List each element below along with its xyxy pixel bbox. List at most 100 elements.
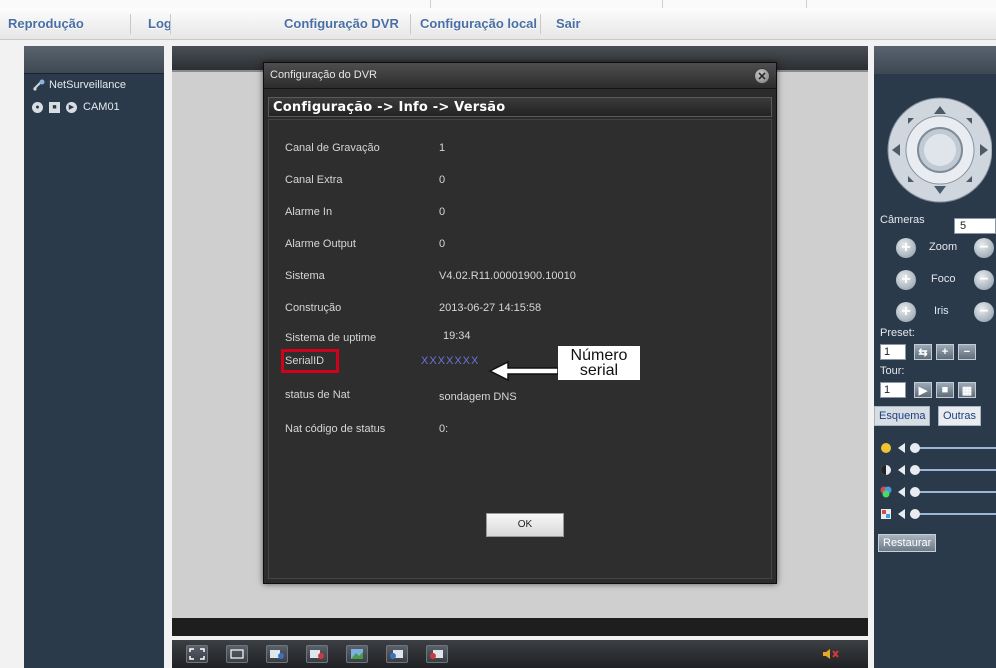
single-view-button[interactable] <box>226 645 248 663</box>
zoom-row: + Zoom − <box>874 238 996 260</box>
slider-track[interactable] <box>910 447 996 449</box>
device-panel-header <box>24 46 164 74</box>
menu-separator <box>170 14 171 34</box>
menu-separator <box>410 14 411 34</box>
restore-button[interactable]: Restaurar <box>878 534 937 552</box>
tour-grid-button[interactable]: ▦ <box>958 382 976 398</box>
preset-remove-button[interactable]: − <box>958 344 976 360</box>
camera-label: CAM01 <box>83 101 120 113</box>
device-tree-root[interactable]: NetSurveillance <box>32 79 126 91</box>
saturation-decrease-icon[interactable] <box>898 487 905 497</box>
slider-track[interactable] <box>910 469 996 471</box>
menu-local-config[interactable]: Configuração local <box>420 8 537 40</box>
tour-stop-button[interactable]: ■ <box>936 382 954 398</box>
contrast-icon <box>881 465 891 475</box>
info-row-label: Construção <box>285 302 342 314</box>
annotation-arrow-icon <box>488 360 558 382</box>
slider-knob[interactable] <box>910 487 920 497</box>
menu-separator <box>130 14 131 34</box>
tour-play-button[interactable]: ▶ <box>914 382 932 398</box>
play-icon[interactable]: ▶ <box>66 101 77 113</box>
slider-knob[interactable] <box>910 465 920 475</box>
serial-id-value: XXXXXXX <box>421 355 480 367</box>
record-stop-button[interactable] <box>426 645 448 663</box>
slider-knob[interactable] <box>910 509 920 519</box>
info-row-value: 0: <box>439 423 449 435</box>
info-row-label: Alarme In <box>285 206 333 218</box>
device-tree-root-label: NetSurveillance <box>49 79 127 91</box>
tab-others[interactable]: Outras <box>938 406 982 426</box>
iris-out-button[interactable]: − <box>974 302 994 322</box>
preset-add-button[interactable]: + <box>936 344 954 360</box>
stop-icon[interactable]: ■ <box>49 101 60 113</box>
brightness-slider[interactable] <box>880 440 996 456</box>
info-row-value: 1 <box>439 142 446 154</box>
focus-out-button[interactable]: − <box>974 270 994 290</box>
ptz-direction-pad[interactable] <box>880 94 992 206</box>
slider-track[interactable] <box>910 491 996 493</box>
focus-row: + Foco − <box>874 270 996 292</box>
volume-mute-icon[interactable] <box>822 647 840 661</box>
camera-talk-icon <box>390 650 403 659</box>
strip-divider <box>662 0 663 8</box>
contrast-decrease-icon[interactable] <box>898 465 905 475</box>
close-x-glyph <box>758 72 766 80</box>
top-strip <box>0 0 996 8</box>
camera-blue-icon <box>270 650 284 659</box>
focus-in-button[interactable]: + <box>896 270 916 290</box>
info-row-value: 2013-06-27 14:15:58 <box>439 302 542 314</box>
preset-input[interactable]: 1 <box>880 344 906 360</box>
cameras-input[interactable]: 5 <box>954 218 996 234</box>
zoom-out-button[interactable]: − <box>974 238 994 258</box>
record-all-button[interactable] <box>306 645 328 663</box>
single-view-icon <box>230 649 244 659</box>
fullscreen-icon <box>189 648 205 660</box>
info-row-value: 0 <box>439 206 446 218</box>
record-icon[interactable]: ● <box>32 101 43 113</box>
slider-track[interactable] <box>910 513 996 515</box>
info-row-value: 0 <box>439 174 446 186</box>
dialog-titlebar[interactable]: Configuração do DVR <box>264 63 776 89</box>
snapshot-button[interactable] <box>266 645 288 663</box>
zoom-in-button[interactable]: + <box>896 238 916 258</box>
cameras-label: Câmeras <box>880 214 925 226</box>
info-row-label: status de Nat <box>285 389 350 401</box>
ptz-panel-header <box>874 46 996 74</box>
info-row-label: Sistema de uptime <box>285 332 377 344</box>
menu-dvr-config[interactable]: Configuração DVR <box>284 8 399 40</box>
color-settings-button[interactable] <box>346 645 368 663</box>
dialog-title: Configuração do DVR <box>270 69 378 81</box>
camera-stop-icon <box>430 650 443 659</box>
saturation-slider[interactable] <box>880 484 996 500</box>
info-row-label: Nat código de status <box>285 423 386 435</box>
menu-log[interactable]: Log <box>148 8 172 40</box>
close-icon[interactable] <box>754 68 770 84</box>
app-window: Reprodução Log Configuração DVR Configur… <box>0 0 996 668</box>
info-row-label: Alarme Output <box>285 238 356 250</box>
iris-in-button[interactable]: + <box>896 302 916 322</box>
brightness-decrease-icon[interactable] <box>898 443 905 453</box>
slider-knob[interactable] <box>910 443 920 453</box>
preset-goto-button[interactable]: ⇆ <box>914 344 932 360</box>
menu-playback[interactable]: Reprodução <box>8 8 84 40</box>
hue-slider[interactable] <box>880 506 996 522</box>
hue-decrease-icon[interactable] <box>898 509 905 519</box>
hue-icon <box>881 509 891 519</box>
image-icon <box>351 649 363 659</box>
talk-button[interactable] <box>386 645 408 663</box>
menu-exit[interactable]: Sair <box>556 8 581 40</box>
breadcrumb: Configuração -> Info -> Versão <box>268 97 772 117</box>
contrast-slider[interactable] <box>880 462 996 478</box>
brightness-icon <box>881 443 891 453</box>
strip-divider <box>430 0 431 8</box>
camera-tree-item[interactable]: ● ■ ▶ CAM01 <box>32 101 120 113</box>
menu-bar: Reprodução Log Configuração DVR Configur… <box>0 8 996 40</box>
annotation-line: Número <box>570 347 628 364</box>
ok-button[interactable]: OK <box>486 513 564 537</box>
preset-label: Preset: <box>880 327 915 339</box>
fullscreen-button[interactable] <box>186 645 208 663</box>
tab-scheme[interactable]: Esquema <box>874 406 931 426</box>
info-row-value: sondagem DNS <box>439 391 517 403</box>
tour-input[interactable]: 1 <box>880 382 906 398</box>
image-adjust-panel <box>874 426 996 546</box>
